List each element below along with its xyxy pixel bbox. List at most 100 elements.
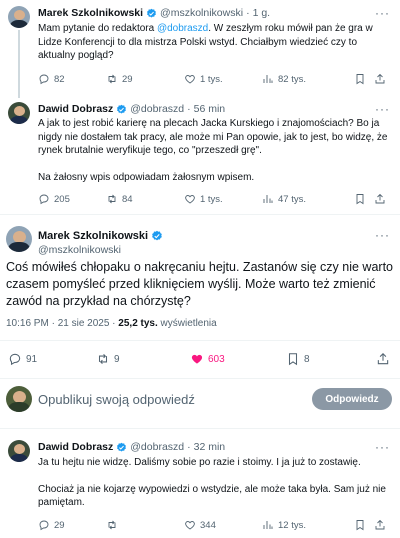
verified-icon — [116, 104, 127, 115]
divider — [0, 428, 400, 429]
like-count: 1 tys. — [200, 73, 223, 85]
views-icon — [262, 73, 274, 85]
main-tweet-text: Coś mówiłeś chłopaku o nakręcaniu hejtu.… — [6, 260, 393, 308]
author-name[interactable]: Marek Szkolnikowski — [38, 7, 143, 19]
tweet-actions: 205 84 1 tys. 47 tys. — [38, 192, 390, 206]
main-views-label: wyświetlenia — [157, 318, 217, 329]
avatar-dawid[interactable] — [8, 102, 30, 124]
avatar-dawid[interactable] — [8, 440, 30, 462]
like-button[interactable]: 1 tys. — [184, 193, 223, 205]
tweet-time[interactable]: 56 min — [194, 103, 226, 115]
avatar-current-user[interactable] — [6, 386, 32, 412]
like-button[interactable]: 603 — [190, 352, 225, 366]
tweet-actions-right — [354, 193, 386, 205]
bookmark-icon[interactable] — [354, 519, 366, 531]
views-icon — [262, 193, 274, 205]
reply-icon — [38, 193, 50, 205]
main-author-handle[interactable]: @mszkolnikowski — [38, 244, 121, 256]
tweet-header: Dawid Dobrasz @dobraszd · 32 min — [38, 441, 225, 453]
tweet-actions-right — [354, 73, 386, 85]
repost-icon — [96, 352, 110, 366]
mention-link[interactable]: @dobraszd — [157, 23, 208, 34]
tweet-text: A jak to jest robić karierę na plecach J… — [38, 117, 390, 184]
main-author-name-row: Marek Szkolnikowski — [38, 230, 166, 242]
avatar-marek[interactable] — [8, 6, 30, 28]
tweet-paragraph: Ja tu hejtu nie widzę. Daliśmy sobie po … — [38, 457, 361, 468]
reply-submit-button[interactable]: Odpowiedz — [312, 388, 392, 410]
author-handle[interactable]: @dobraszd — [130, 103, 184, 115]
tweet-time[interactable]: 1 g. — [253, 7, 271, 19]
verified-icon — [146, 8, 157, 19]
avatar-marek-main[interactable] — [6, 226, 32, 252]
author-name[interactable]: Dawid Dobrasz — [38, 441, 113, 453]
tweet-paragraph: Na żałosny wpis odpowiadam żałosnym wpis… — [38, 171, 255, 183]
main-author-name[interactable]: Marek Szkolnikowski — [38, 230, 148, 242]
views-icon — [262, 519, 274, 531]
like-button[interactable]: 344 — [184, 519, 216, 531]
like-icon — [184, 519, 196, 531]
tweet-dawid-second-reply[interactable]: Dawid Dobrasz @dobraszd · 32 min ··· Ja … — [0, 434, 400, 538]
repost-button[interactable]: 84 — [106, 193, 133, 205]
tweet-text: Mam pytanie do redaktora @dobraszd. W ze… — [38, 22, 390, 63]
repost-button[interactable]: 9 — [96, 352, 120, 366]
views-count: 12 tys. — [278, 519, 306, 531]
bookmark-icon[interactable] — [354, 193, 366, 205]
share-icon[interactable] — [374, 193, 386, 205]
more-options-icon[interactable]: ··· — [375, 102, 390, 116]
main-tweet-actions: 91 9 603 8 — [0, 352, 400, 368]
tweet-header: Dawid Dobrasz @dobraszd · 56 min — [38, 103, 225, 115]
verified-icon — [116, 442, 127, 453]
like-button[interactable]: 1 tys. — [184, 73, 223, 85]
share-icon[interactable] — [374, 519, 386, 531]
tweet-marek-question[interactable]: Marek Szkolnikowski @mszkolnikowski · 1 … — [0, 0, 400, 98]
repost-icon — [106, 193, 118, 205]
repost-count: 9 — [114, 353, 120, 365]
tweet-header: Marek Szkolnikowski @mszkolnikowski · 1 … — [38, 7, 270, 19]
reply-count: 91 — [26, 353, 38, 365]
author-name[interactable]: Dawid Dobrasz — [38, 103, 113, 115]
reply-icon — [8, 352, 22, 366]
share-icon — [376, 352, 390, 366]
reply-button[interactable]: 29 — [38, 519, 65, 531]
tweet-time[interactable]: 32 min — [194, 441, 226, 453]
views-count: 82 tys. — [278, 73, 306, 85]
like-count: 1 tys. — [200, 193, 223, 205]
repost-icon — [106, 519, 118, 531]
reply-button[interactable]: 91 — [8, 352, 37, 366]
main-tweet-time[interactable]: 10:16 PM · 21 sie 2025 · — [6, 318, 118, 329]
bookmark-button[interactable]: 8 — [286, 352, 310, 366]
repost-button[interactable] — [106, 519, 122, 531]
views-count: 47 tys. — [278, 193, 306, 205]
reply-count: 29 — [54, 519, 65, 531]
views-button[interactable]: 82 tys. — [262, 73, 306, 85]
like-filled-icon — [190, 352, 204, 366]
reply-input[interactable]: Opublikuj swoją odpowiedź — [38, 392, 195, 407]
reply-button[interactable]: 205 — [38, 193, 70, 205]
main-views-count: 25,2 tys. — [118, 318, 158, 329]
bookmark-count: 8 — [304, 353, 310, 365]
bookmark-icon[interactable] — [354, 73, 366, 85]
divider — [0, 378, 400, 379]
repost-icon — [106, 73, 118, 85]
tweet-actions: 29 344 12 tys. — [38, 518, 390, 532]
share-button[interactable] — [376, 352, 390, 366]
separator-dot: · — [187, 441, 191, 453]
tweet-text-part: Mam pytanie do redaktora — [38, 23, 157, 34]
thread-line — [18, 30, 20, 98]
views-button[interactable]: 12 tys. — [262, 519, 306, 531]
more-options-icon[interactable]: ··· — [375, 440, 390, 454]
views-button[interactable]: 47 tys. — [262, 193, 306, 205]
repost-count: 84 — [122, 193, 133, 205]
author-handle[interactable]: @dobraszd — [130, 441, 184, 453]
tweet-actions: 82 29 1 tys. 82 tys. — [38, 72, 390, 86]
tweet-actions-right — [354, 519, 386, 531]
more-options-icon[interactable]: ··· — [375, 228, 390, 242]
author-handle[interactable]: @mszkolnikowski — [160, 7, 243, 19]
reply-count: 82 — [54, 73, 65, 85]
like-count: 603 — [208, 353, 225, 365]
more-options-icon[interactable]: ··· — [375, 6, 390, 20]
share-icon[interactable] — [374, 73, 386, 85]
reply-button[interactable]: 82 — [38, 73, 65, 85]
repost-button[interactable]: 29 — [106, 73, 133, 85]
tweet-dawid-reply[interactable]: Dawid Dobrasz @dobraszd · 56 min ··· A j… — [0, 98, 400, 212]
